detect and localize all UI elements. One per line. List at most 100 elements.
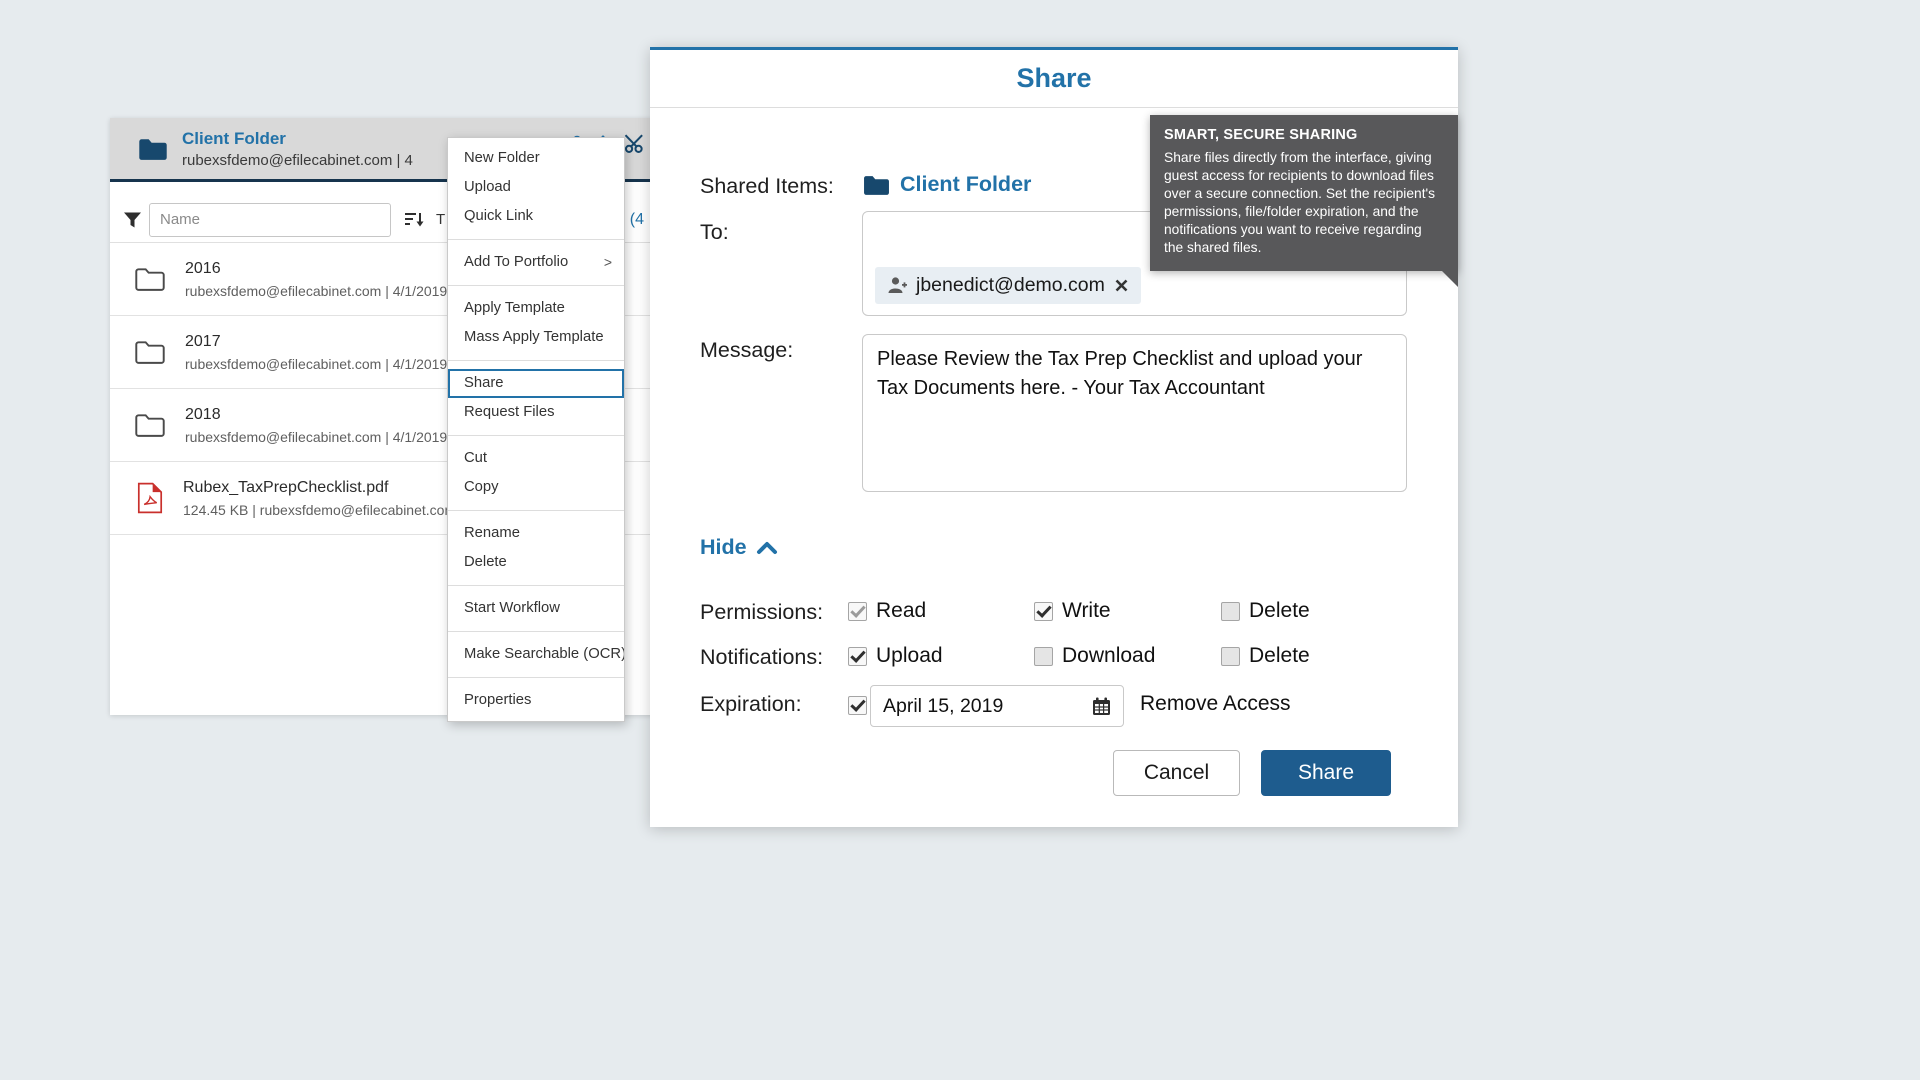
folder-icon	[135, 340, 165, 364]
menu-divider	[448, 585, 624, 586]
calendar-icon[interactable]	[1092, 697, 1111, 716]
context-menu: New Folder Upload Quick Link Add To Port…	[447, 137, 625, 722]
file-meta: rubexsfdemo@efilecabinet.com | 4/1/2019	[185, 355, 448, 372]
file-name: Rubex_TaxPrepChecklist.pdf	[183, 478, 389, 496]
upload-label: Upload	[876, 644, 943, 667]
remove-access-link[interactable]: Remove Access	[1140, 692, 1291, 716]
delete-permission-checkbox[interactable]	[1221, 601, 1240, 621]
read-checkbox[interactable]	[848, 601, 867, 621]
expiration-checkbox[interactable]	[848, 696, 867, 715]
folder-subtitle: rubexsfdemo@efilecabinet.com | 4	[182, 151, 413, 169]
folder-icon	[135, 413, 165, 437]
menu-item-rename[interactable]: Rename	[448, 519, 624, 548]
permissions-label: Permissions:	[700, 600, 824, 624]
download-label: Download	[1062, 644, 1156, 667]
user-icon	[887, 276, 907, 295]
remove-recipient-icon[interactable]	[1114, 278, 1129, 293]
notifications-label: Notifications:	[700, 645, 824, 669]
chevron-up-icon	[756, 541, 778, 555]
expiration-date-input[interactable]: April 15, 2019	[870, 685, 1124, 727]
file-name: 2017	[185, 332, 221, 350]
file-name: 2016	[185, 259, 221, 277]
hide-options-toggle[interactable]: Hide	[700, 535, 778, 560]
filter-icon[interactable]	[123, 211, 142, 229]
menu-divider	[448, 631, 624, 632]
menu-divider	[448, 239, 624, 240]
menu-item-request-files[interactable]: Request Files	[448, 398, 624, 427]
file-meta: rubexsfdemo@efilecabinet.com | 4/1/2019	[185, 428, 448, 445]
permission-write[interactable]: Write	[1034, 599, 1111, 623]
permissions-row: Permissions: Read Write Delete	[650, 599, 1458, 629]
dialog-title: Share	[1016, 63, 1092, 93]
menu-divider	[448, 510, 624, 511]
folder-icon	[863, 174, 890, 196]
hide-label: Hide	[700, 535, 747, 559]
tooltip-arrow	[1442, 270, 1458, 287]
menu-item-apply-template[interactable]: Apply Template	[448, 294, 624, 323]
delete-notification-checkbox[interactable]	[1221, 646, 1240, 666]
tooltip-body: Share files directly from the interface,…	[1164, 150, 1436, 255]
dialog-title-bar: Share	[650, 50, 1458, 108]
menu-item-properties[interactable]: Properties	[448, 686, 624, 715]
menu-item-new-folder[interactable]: New Folder	[448, 144, 624, 173]
sharing-tooltip: SMART, SECURE SHARING Share files direct…	[1150, 115, 1458, 287]
sort-icon[interactable]	[404, 211, 424, 229]
permission-read[interactable]: Read	[848, 599, 926, 623]
delete-permission-label: Delete	[1249, 599, 1310, 622]
folder-title: Client Folder	[182, 128, 286, 148]
menu-divider	[448, 677, 624, 678]
file-meta: rubexsfdemo@efilecabinet.com | 4/1/2019	[185, 282, 448, 299]
name-filter-input[interactable]	[149, 202, 391, 237]
item-count: (4	[629, 210, 644, 228]
recipient-chip: jbenedict@demo.com	[875, 267, 1141, 304]
notifications-row: Notifications: Upload Download Delete	[650, 644, 1458, 674]
file-row-text: Rubex_TaxPrepChecklist.pdf 124.45 KB | r…	[183, 479, 456, 518]
submenu-arrow-icon: >	[603, 254, 612, 270]
menu-item-add-to-portfolio[interactable]: Add To Portfolio >	[448, 248, 624, 277]
menu-item-mass-apply-template[interactable]: Mass Apply Template	[448, 323, 624, 352]
menu-divider	[448, 435, 624, 436]
scissors-icon[interactable]	[624, 134, 646, 153]
menu-item-share[interactable]: Share	[448, 369, 624, 398]
tooltip-title: SMART, SECURE SHARING	[1164, 127, 1358, 143]
expiration-row: Expiration: April 15, 2019 Remove Access	[650, 685, 1458, 727]
write-checkbox[interactable]	[1034, 601, 1053, 621]
recipient-email: jbenedict@demo.com	[916, 274, 1105, 296]
cancel-button[interactable]: Cancel	[1113, 750, 1240, 796]
folder-header-text: Client Folder rubexsfdemo@efilecabinet.c…	[182, 129, 413, 169]
menu-item-start-workflow[interactable]: Start Workflow	[448, 594, 624, 623]
menu-item-quick-link[interactable]: Quick Link	[448, 202, 624, 231]
menu-item-label: Add To Portfolio	[464, 254, 569, 270]
menu-divider	[448, 360, 624, 361]
share-button[interactable]: Share	[1261, 750, 1391, 796]
upload-checkbox[interactable]	[848, 646, 867, 666]
menu-divider	[448, 285, 624, 286]
file-row-text: 2017 rubexsfdemo@efilecabinet.com | 4/1/…	[185, 333, 447, 372]
menu-item-upload[interactable]: Upload	[448, 173, 624, 202]
folder-icon	[138, 137, 168, 161]
file-meta: 124.45 KB | rubexsfdemo@efilecabinet.com	[183, 501, 457, 518]
file-row-text: 2018 rubexsfdemo@efilecabinet.com | 4/1/…	[185, 406, 447, 445]
permission-delete[interactable]: Delete	[1221, 599, 1310, 623]
message-input[interactable]: Please Review the Tax Prep Checklist and…	[862, 334, 1407, 492]
menu-item-make-searchable-ocr[interactable]: Make Searchable (OCR)	[448, 640, 624, 669]
read-label: Read	[876, 599, 927, 622]
pdf-icon	[137, 482, 163, 514]
to-label: To:	[700, 220, 729, 244]
file-row-text: 2016 rubexsfdemo@efilecabinet.com | 4/1/…	[185, 260, 447, 299]
type-filter-label[interactable]: T	[436, 211, 445, 228]
message-label: Message:	[700, 338, 794, 362]
shared-item-name: Client Folder	[900, 172, 1032, 196]
download-checkbox[interactable]	[1034, 646, 1053, 666]
screen: Client Folder rubexsfdemo@efilecabinet.c…	[0, 0, 1920, 1080]
expiration-label: Expiration:	[700, 692, 802, 716]
menu-item-cut[interactable]: Cut	[448, 444, 624, 473]
expiration-date-value: April 15, 2019	[883, 694, 1004, 717]
write-label: Write	[1062, 599, 1111, 622]
menu-item-delete[interactable]: Delete	[448, 548, 624, 577]
menu-item-copy[interactable]: Copy	[448, 473, 624, 502]
shared-items-label: Shared Items:	[700, 174, 834, 198]
notification-delete[interactable]: Delete	[1221, 644, 1310, 668]
notification-upload[interactable]: Upload	[848, 644, 943, 668]
notification-download[interactable]: Download	[1034, 644, 1155, 668]
